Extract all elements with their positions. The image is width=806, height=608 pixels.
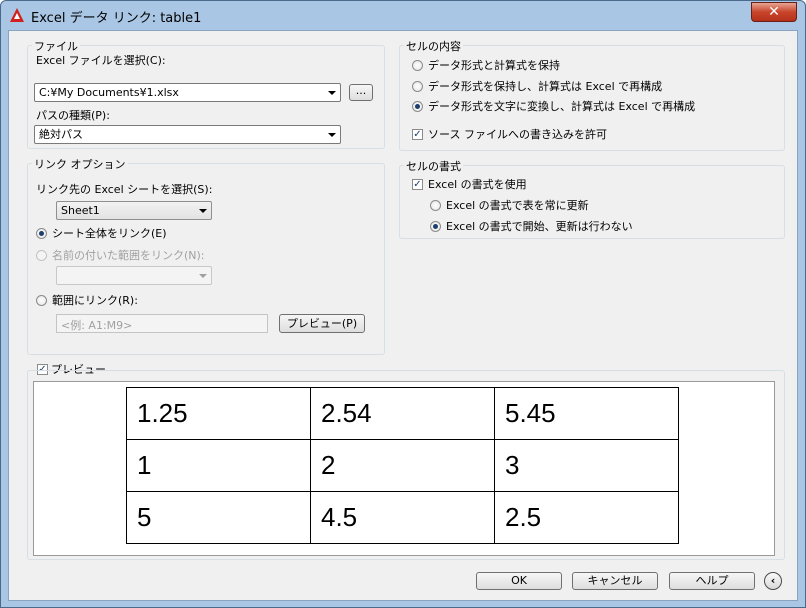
use-excel-format-label[interactable]: Excel の書式を使用	[428, 178, 527, 191]
browse-button[interactable]: ...	[349, 84, 373, 101]
file-group-legend: ファイル	[32, 40, 80, 53]
window-title: Excel データ リンク: table1	[31, 11, 202, 26]
radio-range[interactable]	[36, 295, 47, 306]
dialog-window: Excel データ リンク: table1 ✕ ファイル Excel ファイルを…	[0, 0, 806, 608]
table-cell: 2.54	[310, 387, 495, 440]
table-row: 1 2 3	[126, 439, 679, 492]
dialog-body: ファイル Excel ファイルを選択(C): C:¥My Documents¥1…	[8, 30, 798, 601]
range-input: <例: A1:M9>	[56, 314, 268, 333]
preview-table: 1.25 2.54 5.45 1 2 3 5 4.5 2.5	[126, 387, 679, 544]
radio-keep-format-reconstruct[interactable]	[412, 81, 423, 92]
table-cell: 2.5	[494, 491, 679, 544]
keep-format-formula-label[interactable]: データ形式と計算式を保持	[428, 59, 560, 72]
sheet-dropdown[interactable]: Sheet1	[56, 201, 212, 220]
entire-sheet-label[interactable]: シート全体をリンク(E)	[52, 227, 167, 240]
close-button[interactable]: ✕	[751, 2, 797, 22]
radio-always-update[interactable]	[430, 200, 441, 211]
link-options-group: リンク オプション リンク先の Excel シートを選択(S): Sheet1 …	[27, 158, 385, 355]
sheet-select-label: リンク先の Excel シートを選択(S):	[36, 183, 213, 196]
range-label[interactable]: 範囲にリンク(R):	[52, 294, 138, 307]
table-row: 5 4.5 2.5	[126, 491, 679, 544]
excel-file-dropdown[interactable]: C:¥My Documents¥1.xlsx	[34, 83, 341, 102]
chevron-down-icon	[199, 274, 207, 278]
radio-keep-format-formula[interactable]	[412, 60, 423, 71]
radio-convert-to-text[interactable]	[412, 101, 423, 112]
always-update-label[interactable]: Excel の書式で表を常に更新	[446, 199, 589, 212]
range-placeholder: <例: A1:M9>	[61, 319, 133, 332]
cell-format-group: セルの書式 ✓ Excel の書式を使用 Excel の書式で表を常に更新 Ex…	[399, 160, 785, 239]
table-cell: 1.25	[126, 387, 311, 440]
radio-start-no-update[interactable]	[430, 221, 441, 232]
table-cell: 5.45	[494, 387, 679, 440]
chevron-down-icon	[328, 91, 336, 95]
excel-file-label: Excel ファイルを選択(C):	[36, 54, 166, 67]
path-type-value: 絶対パス	[39, 128, 83, 141]
help-button[interactable]: ヘルプ	[669, 572, 755, 590]
chevron-down-icon	[328, 133, 336, 137]
allow-write-checkbox[interactable]: ✓	[412, 129, 423, 140]
autocad-app-icon	[10, 8, 24, 22]
keep-format-reconstruct-label[interactable]: データ形式を保持し、計算式は Excel で再構成	[428, 80, 662, 93]
table-row: 1.25 2.54 5.45	[126, 387, 679, 440]
chevron-down-icon	[199, 209, 207, 213]
allow-write-label[interactable]: ソース ファイルへの書き込みを許可	[428, 128, 607, 141]
cell-format-legend: セルの書式	[404, 160, 463, 173]
preview-area: 1.25 2.54 5.45 1 2 3 5 4.5 2.5	[33, 381, 775, 556]
cell-content-legend: セルの内容	[404, 40, 463, 53]
use-excel-format-checkbox[interactable]: ✓	[412, 179, 423, 190]
cell-content-group: セルの内容 データ形式と計算式を保持 データ形式を保持し、計算式は Excel …	[399, 40, 785, 151]
table-cell: 3	[494, 439, 679, 492]
file-group: ファイル Excel ファイルを選択(C): C:¥My Documents¥1…	[27, 40, 385, 149]
start-no-update-label[interactable]: Excel の書式で開始、更新は行わない	[446, 220, 633, 233]
path-type-dropdown[interactable]: 絶対パス	[34, 125, 341, 144]
convert-to-text-label[interactable]: データ形式を文字に変換し、計算式は Excel で再構成	[428, 100, 695, 113]
expand-info-button[interactable]: ‹	[764, 572, 782, 590]
sheet-value: Sheet1	[61, 204, 100, 217]
radio-entire-sheet[interactable]	[36, 228, 47, 239]
path-type-label: パスの種類(P):	[36, 109, 110, 122]
preview-button[interactable]: プレビュー(P)	[279, 314, 365, 333]
title-bar[interactable]: Excel データ リンク: table1 ✕	[1, 1, 805, 29]
table-cell: 5	[126, 491, 311, 544]
link-options-legend: リンク オプション	[32, 158, 128, 171]
ok-button[interactable]: OK	[476, 572, 562, 590]
cancel-button[interactable]: キャンセル	[572, 572, 658, 590]
table-cell: 1	[126, 439, 311, 492]
radio-named-range	[36, 250, 47, 261]
table-cell: 4.5	[310, 491, 495, 544]
table-cell: 2	[310, 439, 495, 492]
named-range-dropdown	[56, 266, 212, 285]
named-range-label: 名前の付いた範囲をリンク(N):	[52, 249, 205, 262]
excel-file-path: C:¥My Documents¥1.xlsx	[39, 86, 179, 99]
